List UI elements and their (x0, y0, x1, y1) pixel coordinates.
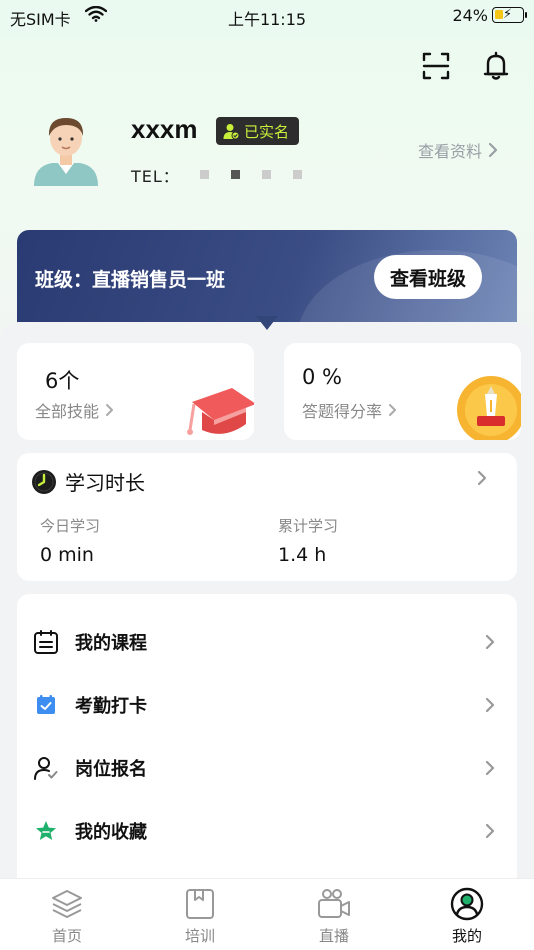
username: xxxm (131, 114, 198, 144)
user-check-icon (34, 757, 58, 780)
verified-user-icon (223, 124, 240, 140)
menu-item-job-signup[interactable]: 岗位报名 (17, 740, 517, 796)
score-rate-link[interactable]: 答题得分率 (302, 398, 397, 422)
bell-icon[interactable] (480, 50, 512, 82)
verified-badge-label: 已实名 (244, 122, 290, 141)
skills-card[interactable]: 6个 全部技能 (17, 343, 254, 440)
today-study-value: 0 min (40, 544, 94, 566)
verified-badge: 已实名 (216, 117, 300, 145)
total-study-label: 累计学习 (278, 517, 339, 535)
menu-item-my-courses[interactable]: 我的课程 (17, 614, 517, 670)
menu-item-label: 考勤打卡 (75, 696, 147, 717)
menu-item-label: 我的课程 (75, 633, 147, 654)
status-bar: 无SIM卡 上午11:15 24% ⚡ (0, 0, 534, 30)
view-class-button[interactable]: 查看班级 (373, 255, 482, 299)
tab-live[interactable]: 直播 (294, 887, 374, 946)
tel-label: TEL： (131, 167, 180, 186)
menu-item-label: 岗位报名 (75, 759, 147, 780)
study-time-card[interactable]: 学习时长 今日学习 0 min 累计学习 1.4 h (17, 453, 517, 581)
score-rate-value: 0 % (302, 365, 342, 389)
chevron-right-icon[interactable] (477, 470, 487, 486)
skills-count: 6个 (45, 369, 80, 393)
score-rate-card[interactable]: 0 % 答题得分率 (284, 343, 521, 440)
avatar[interactable] (28, 110, 104, 186)
battery-percent: 24% (452, 6, 488, 25)
score-rate-label: 答题得分率 (302, 402, 383, 421)
calendar-icon (34, 630, 58, 654)
skills-link[interactable]: 全部技能 (35, 398, 114, 422)
chevron-right-icon (106, 404, 114, 416)
banner-pointer (256, 316, 278, 330)
menu-item-favorites[interactable]: 我的收藏 (17, 803, 517, 859)
menu-list: 我的课程 考勤打卡 岗位报名 我的收藏 (17, 594, 517, 894)
user-circle-icon (450, 887, 484, 921)
camera-icon (318, 889, 350, 918)
scan-icon[interactable] (420, 50, 452, 82)
clock-icon (32, 469, 56, 494)
tab-label: 直播 (318, 927, 349, 945)
book-icon (186, 889, 214, 919)
today-study: 今日学习 0 min (40, 515, 100, 566)
class-label: 班级：直播销售员一班 (35, 269, 226, 291)
chevron-right-icon (485, 823, 495, 839)
tel-number-masked (200, 170, 302, 179)
check-calendar-icon (37, 695, 55, 714)
tab-bar: 首页 培训 直播 我的 (0, 878, 534, 950)
skills-label: 全部技能 (35, 402, 100, 421)
layers-icon (52, 890, 82, 918)
view-profile-link[interactable]: 查看资料 (418, 138, 498, 162)
total-study-value: 1.4 h (278, 544, 327, 566)
tab-label: 我的 (451, 927, 482, 945)
pen-badge-icon (457, 376, 521, 440)
menu-item-label: 我的收藏 (75, 822, 147, 843)
tab-training[interactable]: 培训 (160, 887, 240, 946)
today-study-label: 今日学习 (40, 517, 101, 535)
battery-icon: ⚡ (492, 7, 527, 23)
star-icon (36, 821, 56, 840)
chevron-right-icon (485, 697, 495, 713)
study-time-header: 学习时长 (31, 467, 145, 496)
chevron-right-icon (389, 404, 397, 416)
view-profile-label: 查看资料 (417, 142, 482, 161)
total-study: 累计学习 1.4 h (278, 515, 338, 566)
tab-label: 首页 (51, 927, 82, 945)
chevron-right-icon (485, 634, 495, 650)
tab-mine[interactable]: 我的 (427, 887, 507, 946)
chevron-right-icon (485, 760, 495, 776)
menu-item-attendance[interactable]: 考勤打卡 (17, 677, 517, 733)
chevron-right-icon (488, 142, 498, 158)
graduation-cap-icon (187, 388, 254, 435)
study-time-title: 学习时长 (65, 471, 145, 495)
tab-home[interactable]: 首页 (27, 887, 107, 946)
tab-label: 培训 (184, 927, 215, 945)
